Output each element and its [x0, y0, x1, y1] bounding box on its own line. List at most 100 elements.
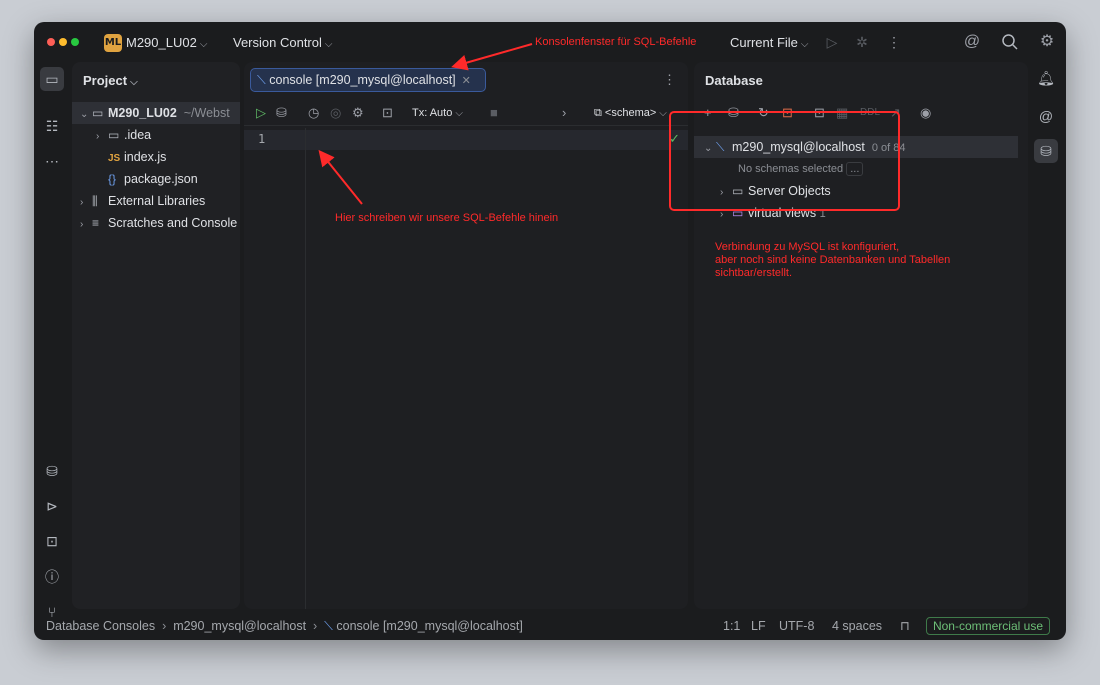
ai-spiral-icon[interactable]: @ — [962, 32, 982, 52]
version-control-label: Version Control — [233, 35, 322, 50]
tree-item-external-libraries[interactable]: › ⫼ External Libraries — [72, 190, 205, 212]
editor-panel: ⟍ console [m290_mysql@localhost] ✕ ⋮ ▷ ⛁ … — [244, 62, 688, 609]
caret-position[interactable]: 1:1 — [723, 612, 740, 640]
structure-icon[interactable]: ☷ — [40, 114, 64, 138]
settings-gear-icon[interactable]: ⚙ — [1037, 32, 1057, 52]
unlock-icon[interactable]: ⊓ — [900, 612, 910, 640]
annotation-write-here: Hier schreiben wir unsere SQL-Befehle hi… — [335, 212, 559, 224]
chevron-down-icon: ⌄ — [80, 109, 89, 120]
project-panel-title[interactable]: Project ⌵ — [83, 73, 138, 88]
stop-icon[interactable]: ■ — [490, 104, 498, 122]
chevron-down-icon: ⌵ — [324, 39, 333, 50]
tree-item-idea[interactable]: › ▭ .idea — [72, 124, 151, 146]
tree-item-package-json[interactable]: {} package.json — [72, 168, 198, 190]
version-control-menu[interactable]: Version Control ⌵ — [233, 35, 332, 50]
project-switcher[interactable]: M290_LU02 ⌵ — [126, 35, 207, 50]
annotation-line: Verbindung zu MySQL ist konfiguriert, — [715, 241, 900, 253]
annotation-console-window: Konsolenfenster für SQL-Befehle — [535, 36, 697, 48]
tree-item-label: package.json — [124, 172, 198, 186]
cancel-icon[interactable]: ◎ — [330, 104, 341, 122]
run-config-label: Current File — [730, 35, 798, 50]
project-root-name: M290_LU02 — [108, 106, 177, 120]
ai-chat-icon[interactable]: @ — [1034, 104, 1058, 128]
project-panel-title-label: Project — [83, 73, 128, 88]
project-root-path: ~/Webst — [183, 106, 230, 120]
tree-item-label: index.js — [124, 150, 167, 164]
close-icon[interactable]: ✕ — [462, 75, 471, 87]
zoom-window-button[interactable] — [71, 38, 79, 46]
breadcrumb-item[interactable]: m290_mysql@localhost — [173, 619, 306, 633]
chevron-right-icon[interactable]: › — [562, 104, 566, 122]
mysql-dolphin-icon: ⟍ — [324, 619, 333, 633]
license-badge[interactable]: Non-commercial use — [925, 617, 1050, 635]
debug-icon[interactable]: ✲ — [852, 32, 872, 52]
project-panel: Project ⌵ ⌄ ▭ M290_LU02 ~/Webst › ▭ .idea JS i… — [72, 62, 240, 609]
annotation-connection-note: Verbindung zu MySQL ist konfiguriert, ab… — [715, 241, 950, 280]
execute-icon[interactable]: ▷ — [256, 104, 266, 122]
chevron-down-icon: ⌵ — [130, 77, 138, 88]
tree-root[interactable]: ⌄ ▭ M290_LU02 ~/Webst — [72, 102, 240, 124]
right-tool-strip: 🔔︎ @ ⛁ — [1028, 62, 1066, 610]
code-editor-area[interactable] — [307, 128, 688, 609]
tree-item-label: .idea — [124, 128, 152, 142]
folder-icon: ▭ — [108, 128, 120, 142]
close-window-button[interactable] — [47, 38, 55, 46]
schema-dropdown[interactable]: ⧉ <schema> ⌵ — [594, 104, 667, 123]
output-icon[interactable]: ⊡ — [382, 104, 393, 122]
js-file-icon: JS — [108, 153, 121, 164]
chevron-right-icon: › — [158, 619, 170, 633]
chevron-right-icon: › — [80, 219, 84, 230]
json-file-icon: {} — [108, 172, 117, 186]
tab-options-icon[interactable]: ⋮ — [663, 71, 676, 89]
line-number: 1 — [258, 132, 266, 146]
library-icon: ⫼ — [92, 194, 98, 208]
breadcrumb: Database Consoles › m290_mysql@localhost… — [46, 612, 523, 640]
services-icon[interactable]: ⊳ — [40, 494, 64, 518]
database-icon[interactable]: ⛁ — [40, 459, 64, 483]
chevron-down-icon: ⌵ — [199, 39, 208, 50]
chevron-down-icon: ⌵ — [800, 39, 809, 50]
chevron-right-icon: › — [80, 197, 84, 208]
more-dots-icon[interactable]: ⋯ — [40, 149, 64, 173]
view-options-icon[interactable]: ◉ — [920, 104, 931, 122]
explain-plan-icon[interactable]: ⛁ — [276, 104, 287, 122]
folder-icon: ▭ — [92, 106, 104, 120]
minimize-window-button[interactable] — [59, 38, 67, 46]
breadcrumb-item[interactable]: console [m290_mysql@localhost] — [336, 619, 522, 633]
tree-item-scratches[interactable]: › ≡ Scratches and Console — [72, 212, 237, 234]
tab-console-label: console [m290_mysql@localhost] — [269, 73, 456, 87]
tab-console[interactable]: ⟍ console [m290_mysql@localhost] ✕ — [250, 68, 486, 92]
status-bar: Database Consoles › m290_mysql@localhost… — [34, 612, 1066, 640]
folder-icon[interactable]: ▭ — [40, 67, 64, 91]
run-config-selector[interactable]: Current File ⌵ — [730, 35, 809, 50]
indent-setting[interactable]: 4 spaces — [832, 612, 882, 640]
chevron-down-icon: ⌵ — [455, 108, 463, 119]
search-icon[interactable] — [1000, 32, 1020, 52]
breadcrumb-item[interactable]: Database Consoles — [46, 619, 155, 633]
annotation-line: aber noch sind keine Datenbanken und Tab… — [715, 254, 951, 266]
tree-item-index-js[interactable]: JS index.js — [72, 146, 166, 168]
project-badge[interactable]: ML — [104, 34, 122, 52]
left-tool-strip: ▭ ☷ ⋯ ⛁ ⊳ ⊡ ⓘ ⑂ — [34, 62, 70, 620]
chevron-right-icon: › — [96, 131, 100, 142]
line-gutter: 1 — [244, 128, 306, 609]
history-icon[interactable]: ◷ — [308, 104, 319, 122]
terminal-icon[interactable]: ⊡ — [40, 529, 64, 553]
file-encoding[interactable]: UTF-8 — [779, 612, 814, 640]
annotation-line: sichtbar/erstellt. — [715, 267, 793, 279]
mysql-dolphin-icon: ⟍ — [257, 73, 266, 87]
tx-mode-label: Tx: Auto — [412, 107, 453, 119]
scratches-icon: ≡ — [92, 216, 100, 230]
settings-gear-icon[interactable]: ⚙ — [352, 104, 364, 122]
project-name: M290_LU02 — [126, 35, 197, 50]
problems-icon[interactable]: ⓘ — [40, 565, 64, 589]
more-icon[interactable]: ⋮ — [884, 32, 904, 52]
annotation-highlight-box — [669, 111, 900, 211]
notifications-icon[interactable]: 🔔︎ — [1034, 66, 1058, 90]
play-icon[interactable]: ▷ — [822, 32, 842, 52]
console-toolbar: ▷ ⛁ ◷ ◎ ⚙ ⊡ Tx: Auto ⌵ ■ › ⧉ <schema> ⌵ — [244, 100, 688, 126]
database-icon[interactable]: ⛁ — [1034, 139, 1058, 163]
tx-mode-dropdown[interactable]: Tx: Auto ⌵ — [412, 104, 463, 123]
ide-window: ML M290_LU02 ⌵ Version Control ⌵ Current F… — [34, 22, 1066, 640]
line-ending[interactable]: LF — [751, 612, 766, 640]
